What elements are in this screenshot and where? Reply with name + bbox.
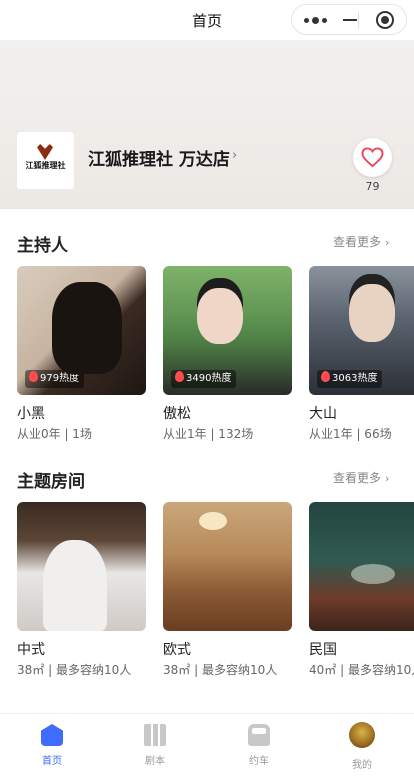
favorite-button[interactable] — [353, 138, 392, 177]
see-more-label: 查看更多 — [333, 235, 382, 249]
fire-icon — [321, 371, 330, 382]
tab-carpool[interactable]: 约车 — [207, 714, 311, 777]
heart-icon — [361, 147, 384, 168]
hosts-section-title: 主持人 — [17, 236, 68, 256]
room-name: 中式 — [17, 642, 45, 658]
room-card[interactable]: 欧式 38㎡ | 最多容纳10人 — [163, 502, 292, 677]
home-icon — [41, 724, 63, 746]
room-info: 40㎡ | 最多容纳10人 — [309, 663, 414, 677]
room-info: 38㎡ | 最多容纳10人 — [17, 663, 132, 677]
heat-badge: 3490热度 — [171, 370, 237, 388]
favorite-count: 79 — [365, 180, 380, 193]
chevron-right-icon[interactable]: › — [232, 148, 237, 163]
chevron-right-icon: › — [385, 236, 390, 249]
fox-icon — [37, 144, 53, 160]
tab-label: 我的 — [352, 760, 372, 771]
heat-badge: 3063热度 — [317, 370, 383, 388]
room-info: 38㎡ | 最多容纳10人 — [163, 663, 278, 677]
host-name: 傲松 — [163, 406, 191, 422]
room-card[interactable]: 中式 38㎡ | 最多容纳10人 — [17, 502, 146, 677]
host-photo: 3490热度 — [163, 266, 292, 395]
car-icon — [248, 724, 270, 746]
chevron-right-icon: › — [385, 472, 390, 485]
room-photo — [17, 502, 146, 631]
heat-value: 3063热度 — [332, 373, 378, 384]
minus-icon — [343, 19, 357, 21]
tab-label: 首页 — [42, 756, 62, 767]
host-stats: 从业0年 | 1场 — [17, 427, 92, 441]
host-card[interactable]: 3063热度 大山 从业1年 | 66场 — [309, 266, 414, 446]
host-stats: 从业1年 | 66场 — [309, 427, 392, 441]
rooms-see-more-link[interactable]: 查看更多 › — [333, 469, 389, 486]
hosts-see-more-link[interactable]: 查看更多 › — [333, 233, 389, 250]
host-name: 大山 — [309, 406, 337, 422]
tab-profile[interactable]: 我的 — [310, 714, 414, 777]
room-card[interactable]: 民国 40㎡ | 最多容纳10人 — [309, 502, 414, 682]
store-header: 江狐推理社 江狐推理社 万达店 › 79 — [0, 40, 414, 209]
minimize-button[interactable] — [336, 5, 364, 36]
more-icon[interactable] — [304, 14, 328, 26]
fire-icon — [29, 371, 38, 382]
host-photo: 3063热度 — [309, 266, 414, 395]
room-photo — [309, 502, 414, 631]
avatar-icon — [349, 722, 375, 748]
room-name: 民国 — [309, 642, 337, 658]
host-stats: 从业1年 | 132场 — [163, 427, 254, 441]
tab-scripts[interactable]: 剧本 — [103, 714, 207, 777]
close-icon[interactable] — [376, 11, 394, 29]
heat-value: 3490热度 — [186, 373, 232, 384]
see-more-label: 查看更多 — [333, 471, 382, 485]
store-logo: 江狐推理社 — [17, 132, 74, 189]
host-photo: 979热度 — [17, 266, 146, 395]
host-card[interactable]: 3490热度 傲松 从业1年 | 132场 — [163, 266, 292, 441]
heat-badge: 979热度 — [25, 370, 85, 388]
host-name: 小黑 — [17, 406, 45, 422]
tab-home[interactable]: 首页 — [0, 714, 104, 777]
room-name: 欧式 — [163, 642, 191, 658]
host-card[interactable]: 979热度 小黑 从业0年 | 1场 — [17, 266, 146, 441]
store-logo-text: 江狐推理社 — [25, 160, 66, 170]
capsule-divider — [358, 12, 359, 29]
nav-bar: 首页 — [0, 0, 414, 40]
mini-program-capsule — [291, 4, 407, 35]
tab-label: 剧本 — [145, 756, 165, 767]
store-name[interactable]: 江狐推理社 万达店 — [88, 145, 230, 170]
book-icon — [144, 724, 166, 746]
room-photo — [163, 502, 292, 631]
fire-icon — [175, 371, 184, 382]
rooms-section-title: 主题房间 — [17, 472, 85, 492]
bottom-tab-bar: 首页 剧本 约车 我的 — [0, 713, 414, 777]
tab-label: 约车 — [249, 756, 269, 767]
heat-value: 979热度 — [40, 373, 80, 384]
